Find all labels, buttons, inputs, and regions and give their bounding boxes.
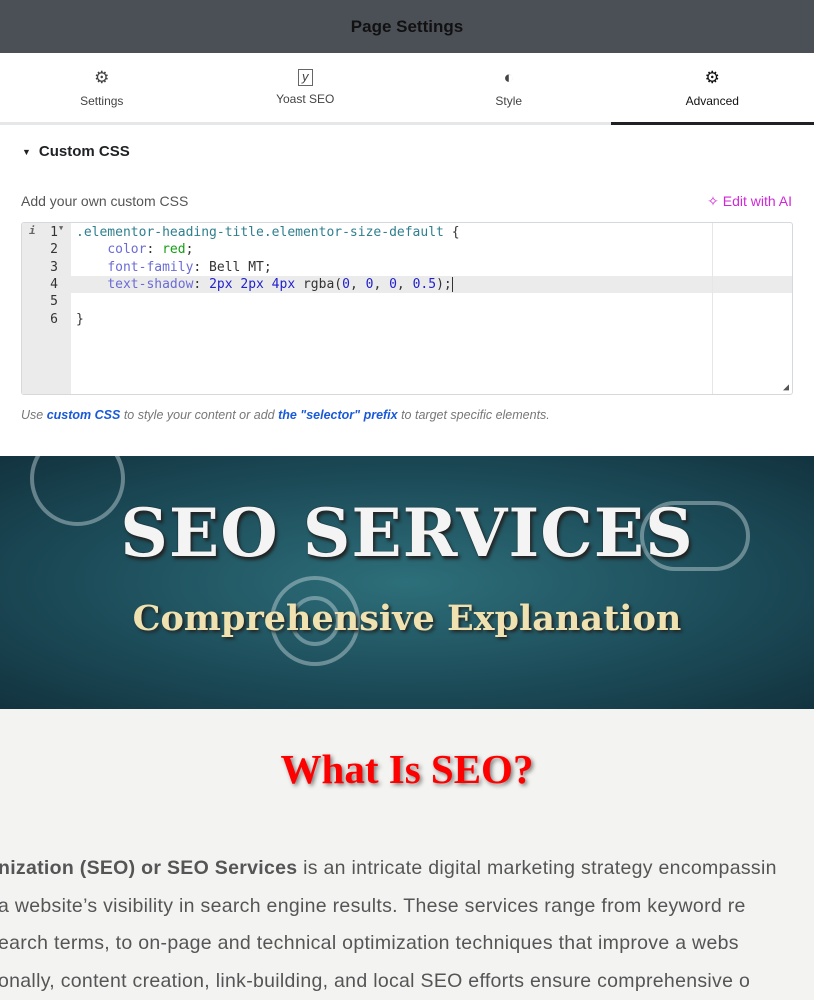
gear-icon: ⚙ xyxy=(94,67,110,87)
seo-services-banner: SEO SERVICES Comprehensive Explanation xyxy=(0,456,814,709)
custom-css-link[interactable]: custom CSS xyxy=(47,408,121,422)
code-token: ; xyxy=(185,242,194,258)
code-token: ); xyxy=(436,276,452,292)
code-text: } xyxy=(76,311,84,328)
help-text: to style your content or add xyxy=(120,408,279,422)
paragraph-line: a website’s visibility in search engine … xyxy=(0,894,746,917)
help-text: to target specific elements. xyxy=(397,408,550,422)
tab-style[interactable]: ◐ Style xyxy=(407,53,611,122)
header-title: Page Settings xyxy=(350,16,464,36)
sparkle-icon: ✧ xyxy=(707,193,723,209)
ai-button-label: Edit with AI xyxy=(722,193,792,209)
custom-css-help: Use custom CSS to style your content or … xyxy=(21,408,550,422)
code-token: : xyxy=(193,276,210,292)
help-text: Use xyxy=(21,408,47,422)
code-token: 2px 2px 4px xyxy=(209,276,296,292)
code-line[interactable]: 3 font-family: Bell MT; xyxy=(22,259,792,276)
tab-label: Style xyxy=(495,93,523,108)
code-token: : xyxy=(146,242,163,258)
tab-label: Yoast SEO xyxy=(276,92,335,106)
code-token: color xyxy=(107,242,147,258)
line-number: 4 xyxy=(50,276,58,292)
tab-settings[interactable]: ⚙ Settings xyxy=(0,53,204,122)
line-number: 3 xyxy=(50,259,58,275)
edit-with-ai-button[interactable]: ✧ Edit with AI xyxy=(707,193,792,210)
banner-title: SEO SERVICES xyxy=(120,494,694,572)
half-circle-icon: ◐ xyxy=(503,67,514,87)
banner-subtitle: Comprehensive Explanation xyxy=(132,598,682,639)
tab-yoast-seo[interactable]: y Yoast SEO xyxy=(204,53,408,122)
code-token: .elementor-heading-title.elementor-size-… xyxy=(76,225,452,240)
content-paragraph: nization (SEO) or SEO Services is an int… xyxy=(0,850,777,1000)
code-line[interactable]: 5 xyxy=(22,293,792,310)
code-line[interactable]: 4 text-shadow: 2px 2px 4px rgba(0, 0, 0,… xyxy=(22,275,792,294)
code-token: : Bell MT; xyxy=(193,259,272,275)
code-text: font-family: Bell MT; xyxy=(76,259,272,276)
text: is an intricate digital marketing strate… xyxy=(297,857,777,879)
section-title: Custom CSS xyxy=(38,143,130,160)
tab-label: Advanced xyxy=(685,93,739,108)
paragraph-line: earch terms, to on-page and technical op… xyxy=(0,932,739,954)
line-number: 6 xyxy=(50,311,58,327)
yoast-icon: y xyxy=(297,69,313,86)
code-token: text-shadow xyxy=(107,276,194,292)
tab-bar: ⚙ Settings y Yoast SEO ◐ Style ⚙ Advanced xyxy=(0,53,814,125)
bold-text: nization (SEO) or SEO Services xyxy=(0,857,298,879)
page-settings-header: Page Settings xyxy=(0,0,814,53)
paragraph-line: onally, content creation, link-building,… xyxy=(0,969,751,992)
fold-icon[interactable]: ▼ xyxy=(59,224,63,232)
code-text: .elementor-heading-title.elementor-size-… xyxy=(76,224,460,241)
code-token: rgba( xyxy=(295,276,343,292)
paragraph-line: nization (SEO) or SEO Services is an int… xyxy=(0,850,777,888)
code-token: 0 xyxy=(389,276,397,292)
code-token: 0.5 xyxy=(412,276,437,292)
code-line[interactable]: 1 .elementor-heading-title.elementor-size… xyxy=(22,224,792,241)
resize-handle[interactable]: ◢ xyxy=(783,382,789,393)
code-text: color: red; xyxy=(76,241,193,258)
code-token: { xyxy=(451,225,460,240)
code-token: red xyxy=(162,242,186,258)
selector-prefix-link[interactable]: the "selector" prefix xyxy=(278,408,398,422)
line-number: 1 xyxy=(50,225,58,240)
code-token: , xyxy=(396,276,413,292)
custom-css-label: Add your own custom CSS xyxy=(21,193,189,209)
tab-label: Settings xyxy=(80,93,124,108)
custom-css-section-toggle[interactable]: ▼ Custom CSS xyxy=(22,143,130,160)
settings-panel: ⚙ Settings y Yoast SEO ◐ Style ⚙ Advanced ▼ C… xyxy=(0,53,814,456)
content-heading: What Is SEO? xyxy=(280,746,534,792)
code-token: font-family xyxy=(107,259,194,275)
text-cursor xyxy=(451,276,453,292)
info-icon: i xyxy=(29,224,36,237)
code-text: text-shadow: 2px 2px 4px rgba(0, 0, 0, 0… xyxy=(76,276,453,293)
gear-icon: ⚙ xyxy=(704,67,720,87)
code-token: } xyxy=(76,311,84,327)
tab-advanced[interactable]: ⚙ Advanced xyxy=(610,53,814,125)
line-number: 2 xyxy=(50,242,58,258)
print-margin xyxy=(712,223,713,394)
css-code-editor[interactable]: 1 .elementor-heading-title.elementor-size… xyxy=(21,222,793,395)
code-token: , xyxy=(373,276,390,292)
code-token: 0 xyxy=(342,276,350,292)
caret-down-icon: ▼ xyxy=(22,146,31,157)
code-line[interactable]: 6} xyxy=(22,311,792,328)
line-number: 5 xyxy=(50,294,58,310)
code-line[interactable]: 2 color: red; xyxy=(22,241,792,258)
code-token: , xyxy=(349,276,366,292)
